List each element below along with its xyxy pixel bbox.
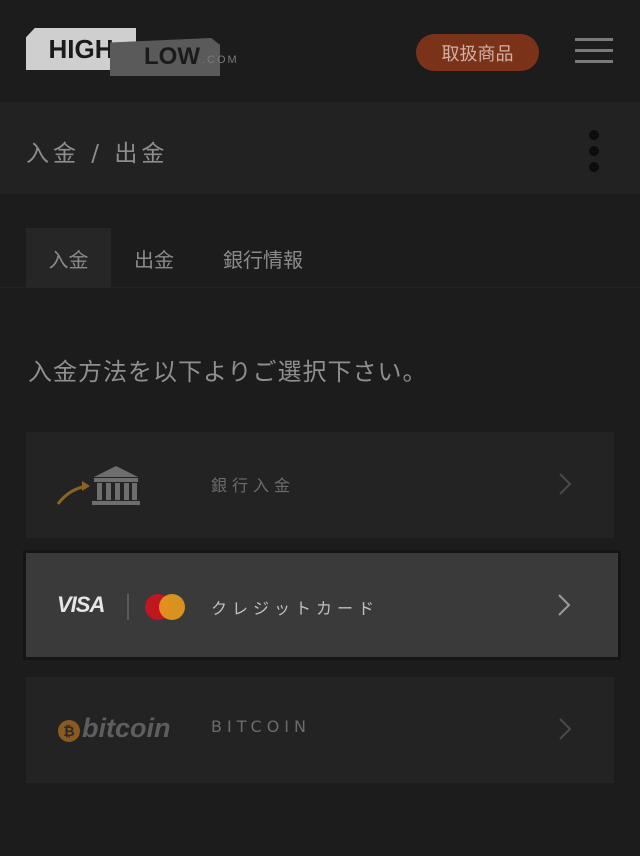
bank-icon [56, 466, 140, 505]
tab-withdraw[interactable]: 出金 [116, 228, 192, 288]
logo-high-text: HIGH [48, 33, 114, 64]
hamburger-menu-icon[interactable] [575, 38, 613, 64]
chevron-right-icon [559, 718, 572, 740]
products-button[interactable]: 取扱商品 [416, 34, 539, 71]
tab-deposit[interactable]: 入金 [26, 228, 111, 288]
bitcoin-logo: bitcoin [82, 713, 171, 743]
chevron-right-icon [559, 473, 572, 495]
logo-low-text: LOW [144, 43, 200, 70]
app-header: HIGH LOW .COM 取扱商品 [0, 0, 640, 102]
tab-bar: 入金 出金 銀行情報 [0, 228, 640, 288]
tab-bank-info[interactable]: 銀行情報 [206, 228, 320, 288]
bitcoin-icon: ₿ [58, 720, 80, 742]
logo-com-text: .COM [202, 54, 239, 66]
page-title-bar: 入金 / 出金 [0, 102, 640, 194]
method-label: BITCOIN [211, 717, 311, 736]
method-bank-transfer[interactable]: 銀行入金 [26, 432, 614, 538]
method-label: 銀行入金 [211, 476, 296, 495]
method-bitcoin[interactable]: ₿ bitcoin BITCOIN [26, 677, 614, 783]
logo-divider [127, 594, 129, 620]
highlow-logo[interactable]: HIGH LOW .COM [26, 28, 246, 76]
chevron-right-icon [558, 594, 571, 616]
breadcrumb: 入金 / 出金 [26, 141, 169, 167]
method-credit-card[interactable]: VISA クレジットカード [23, 550, 621, 660]
mastercard-logo [145, 594, 185, 620]
instruction-text: 入金方法を以下よりご選択下さい。 [28, 358, 428, 386]
visa-logo: VISA [57, 592, 105, 617]
method-label: クレジットカード [211, 599, 380, 618]
kebab-menu-icon[interactable] [586, 128, 602, 174]
